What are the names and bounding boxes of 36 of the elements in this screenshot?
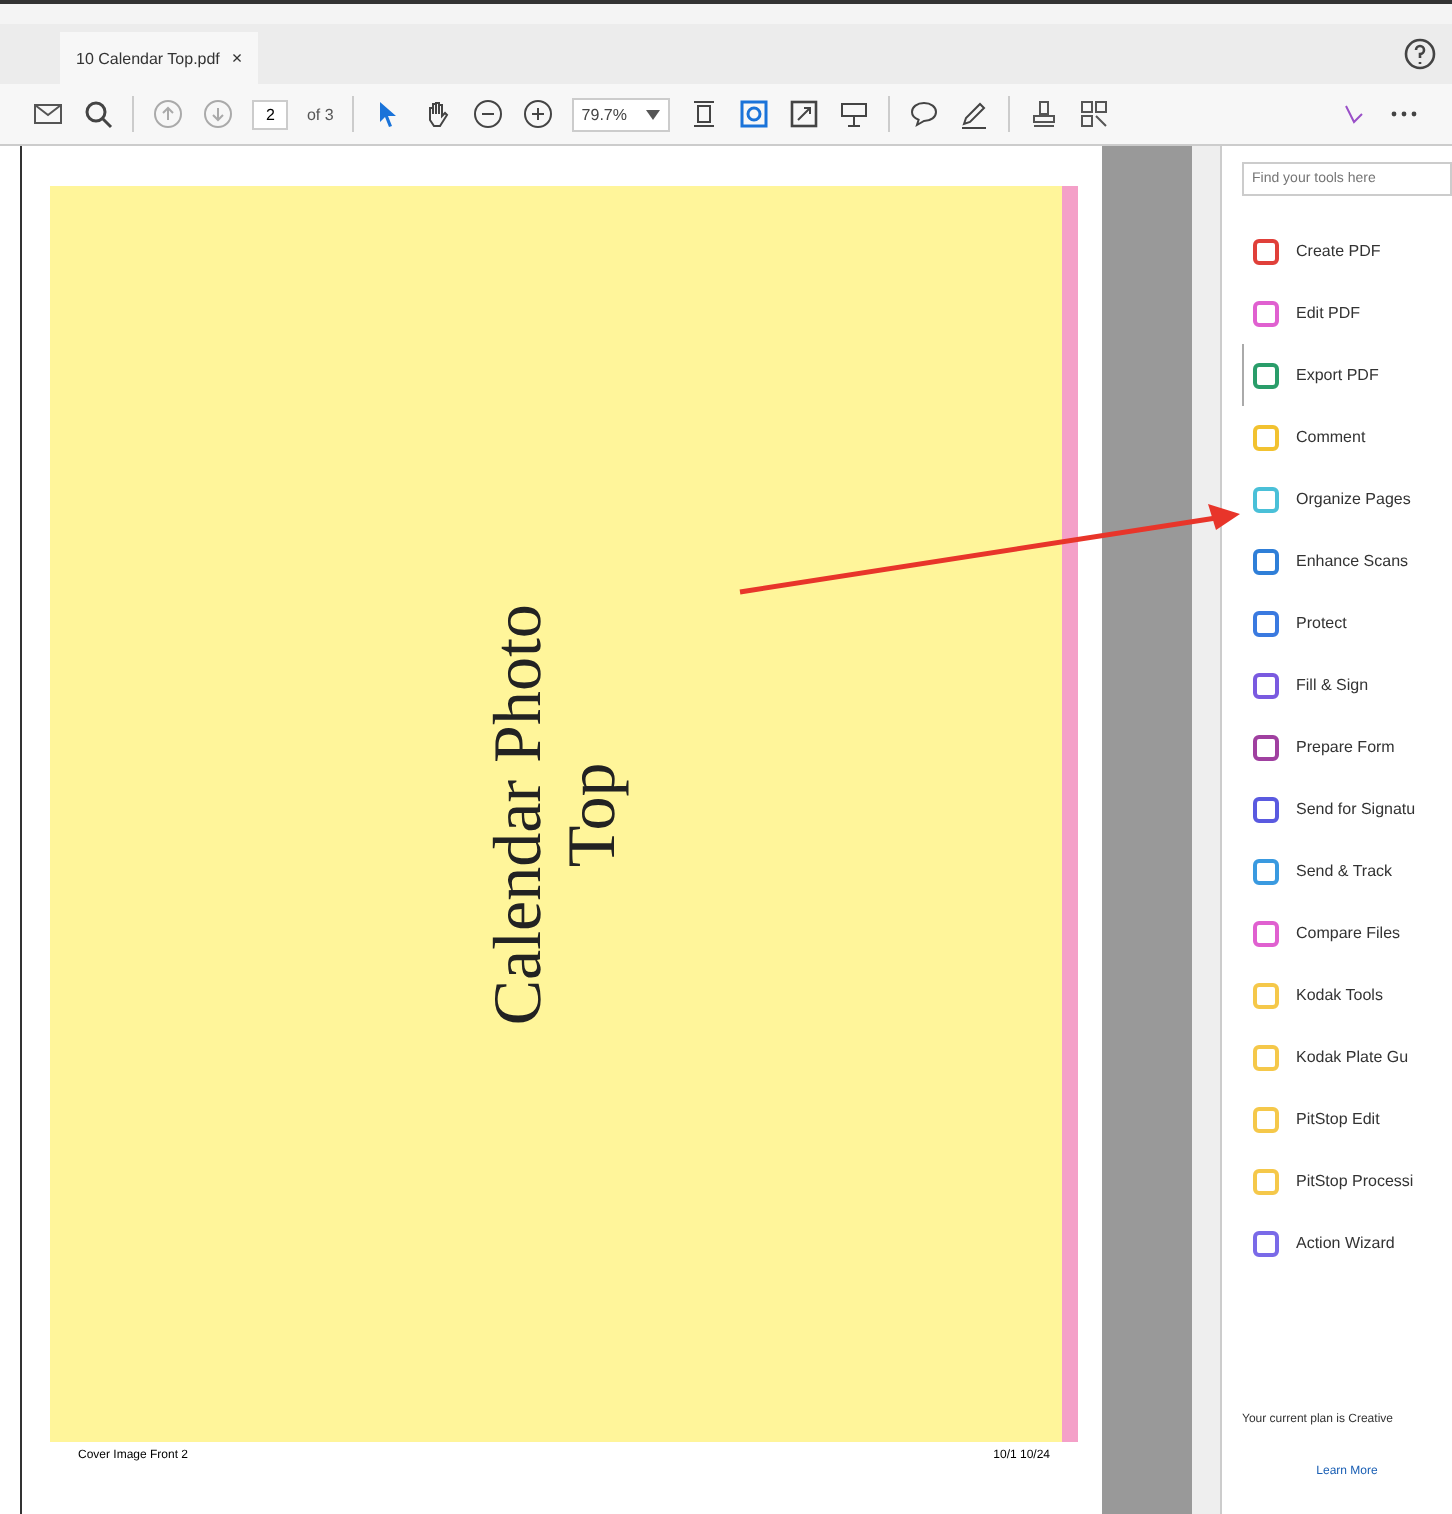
close-icon[interactable]: ×: [231, 48, 243, 68]
tool-item[interactable]: Organize Pages: [1242, 468, 1452, 530]
pen-icon[interactable]: [958, 98, 991, 130]
tool-item[interactable]: Send & Track: [1242, 840, 1452, 902]
tool-item[interactable]: Protect: [1242, 592, 1452, 654]
caret-icon: [646, 109, 661, 119]
tool-item[interactable]: Comment: [1242, 406, 1452, 468]
document-tab[interactable]: 10 Calendar Top.pdf ×: [60, 32, 259, 84]
tool-item[interactable]: PitStop Processi: [1242, 1150, 1452, 1212]
tool-item[interactable]: Enhance Scans: [1242, 530, 1452, 592]
tool-item[interactable]: Kodak Plate Gu: [1242, 1026, 1452, 1088]
comment-icon[interactable]: [908, 98, 941, 130]
tool-item[interactable]: PitStop Edit: [1242, 1088, 1452, 1150]
help-icon[interactable]: [1404, 38, 1436, 70]
search-icon[interactable]: [82, 98, 114, 130]
tool-item[interactable]: Action Wizard: [1242, 1212, 1452, 1274]
stamp-icon[interactable]: [1028, 98, 1061, 130]
grid-tool-icon[interactable]: [1078, 98, 1111, 130]
full-screen-icon[interactable]: [788, 98, 821, 130]
tool-item[interactable]: Kodak Tools: [1242, 964, 1452, 1026]
zoom-out-icon[interactable]: [471, 98, 504, 130]
tool-item[interactable]: Create PDF: [1242, 220, 1452, 282]
presentation-icon[interactable]: [838, 98, 871, 130]
scroll-mode-icon[interactable]: [738, 98, 771, 130]
page-title: Calendar Photo Top: [481, 603, 631, 1025]
tool-item[interactable]: Prepare Form: [1242, 716, 1452, 778]
page-count: of 3: [306, 105, 334, 123]
zoom-dropdown[interactable]: 79.7%: [571, 97, 671, 131]
zoom-in-icon[interactable]: [521, 98, 554, 130]
tool-item[interactable]: Fill & Sign: [1242, 654, 1452, 716]
tool-item[interactable]: Send for Signatu: [1242, 778, 1452, 840]
tool-item[interactable]: Export PDF: [1242, 344, 1452, 406]
tool-item[interactable]: Edit PDF: [1242, 282, 1452, 344]
page-number-field[interactable]: 2: [252, 99, 289, 129]
tool-item[interactable]: Compare Files: [1242, 902, 1452, 964]
mail-icon[interactable]: [32, 98, 64, 130]
